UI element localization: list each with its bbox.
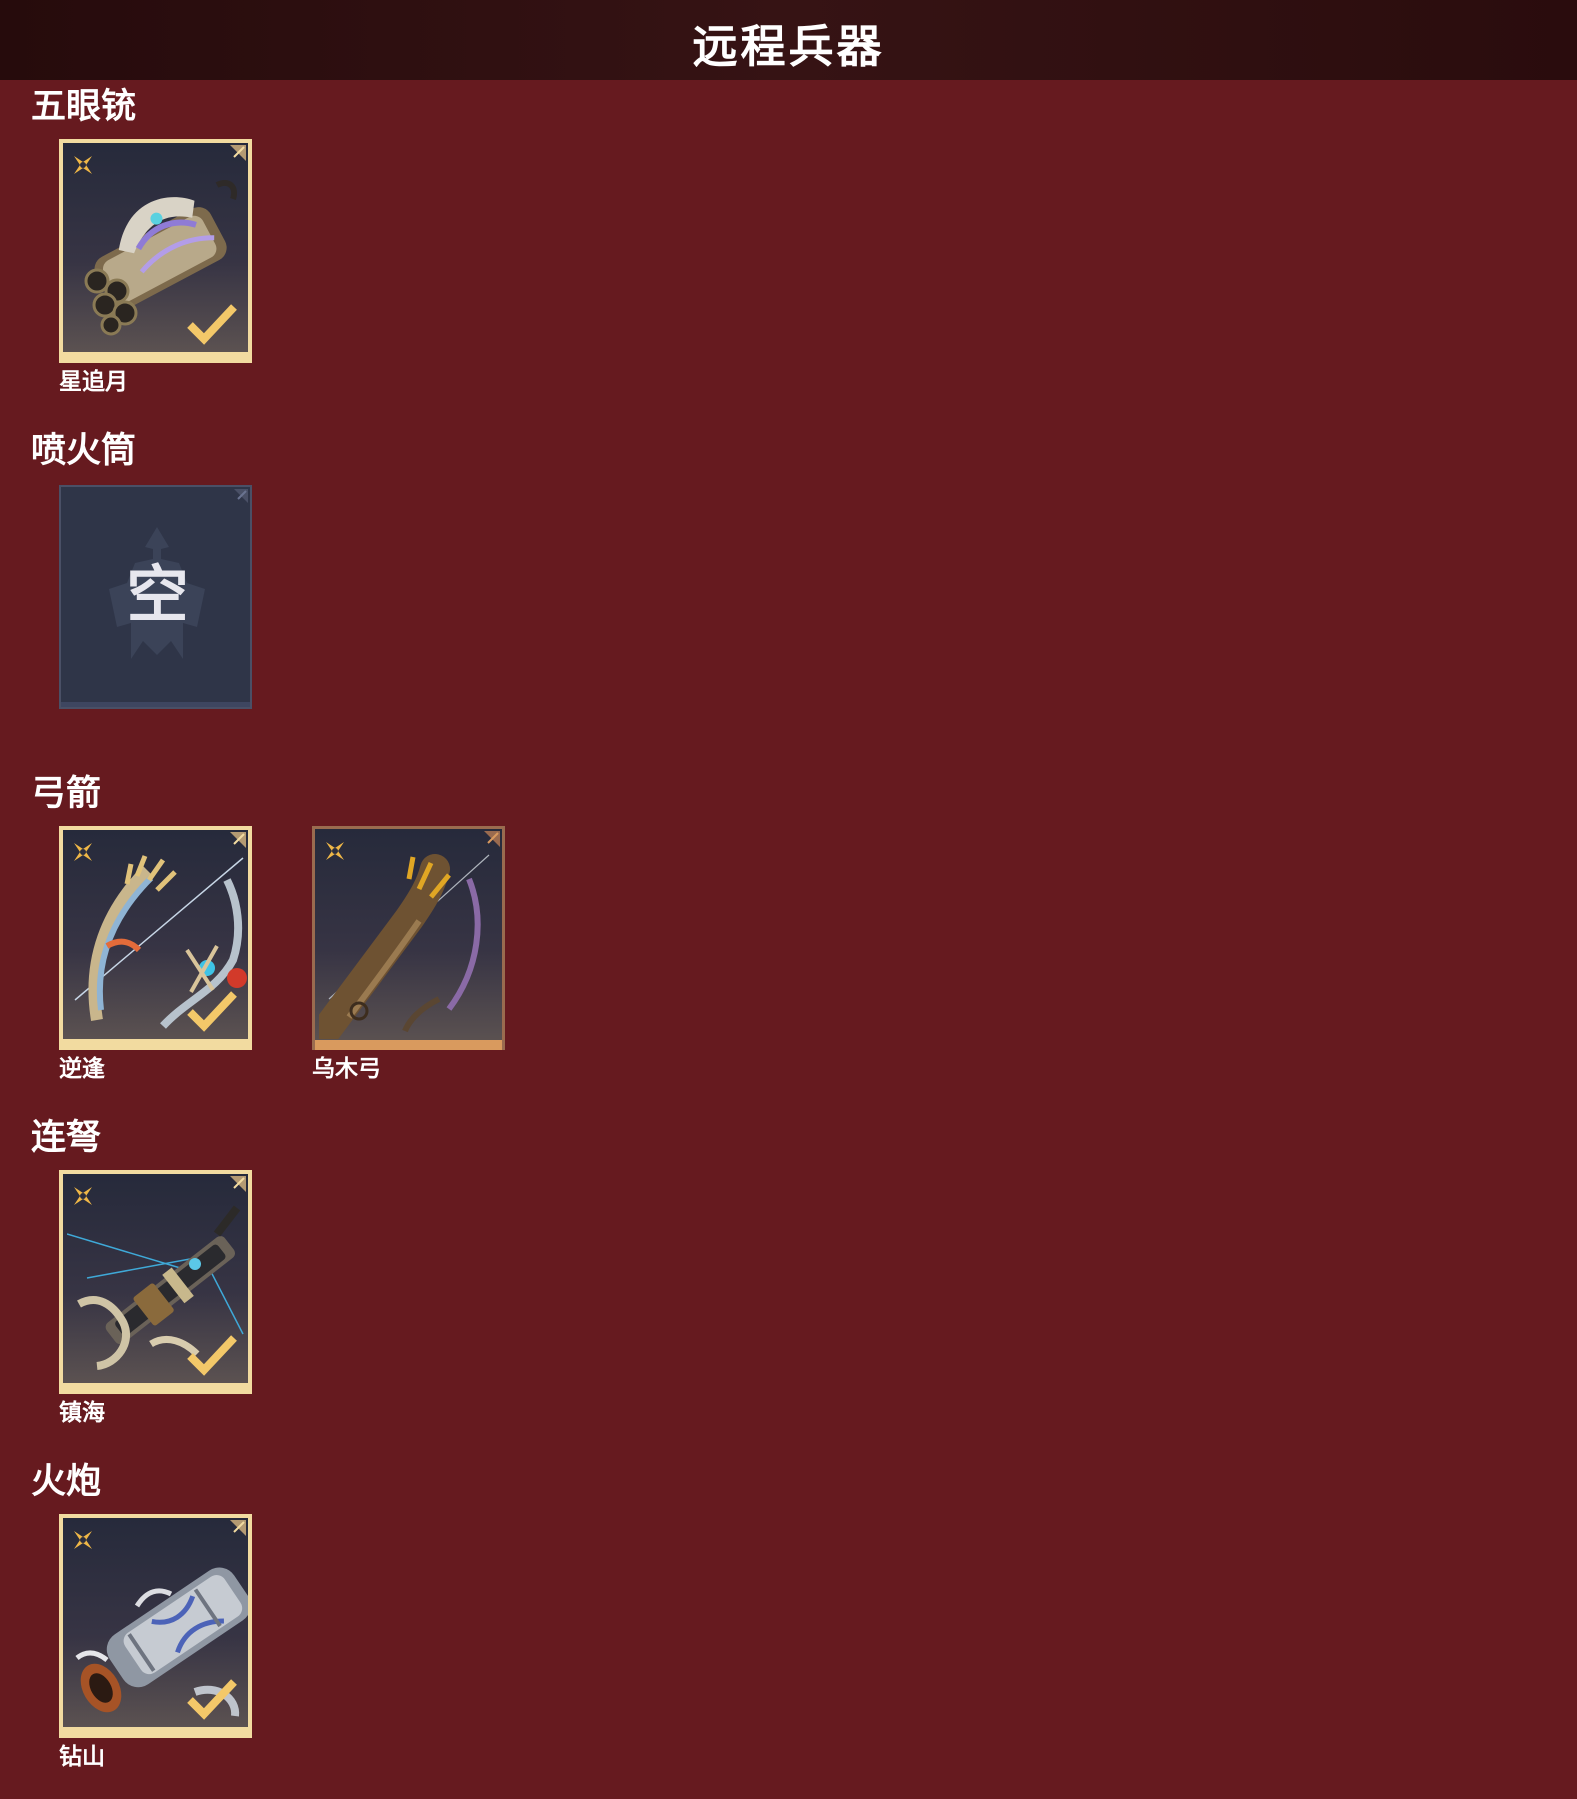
weapon-card-frame (59, 1170, 252, 1394)
weapon-name: 镇海 (59, 1400, 105, 1426)
section-title: 连弩 (31, 1118, 102, 1158)
weapon-card-wumugong[interactable]: 乌木弓 (312, 826, 505, 1082)
section-title: 喷火筒 (31, 431, 137, 471)
empty-weapon-slot[interactable]: 空 (59, 485, 252, 709)
weapon-name: 乌木弓 (312, 1056, 381, 1082)
section-title: 火炮 (31, 1462, 102, 1502)
star-icon (326, 842, 344, 860)
corner-tab-icon (230, 145, 246, 161)
star-icon (74, 1187, 92, 1205)
equipped-check-icon (187, 304, 237, 345)
star-icon (74, 156, 92, 174)
weapon-card-frame (59, 1514, 252, 1738)
weapon-name: 钻山 (59, 1744, 105, 1770)
corner-tab-icon (230, 832, 246, 848)
empty-slot-frame: 空 (59, 485, 252, 709)
section-title: 弓箭 (31, 774, 102, 814)
corner-tab-icon (230, 1520, 246, 1536)
weapon-card-frame (59, 139, 252, 363)
weapon-card-frame (312, 826, 505, 1050)
empty-slot-label: 空 (126, 558, 189, 631)
weapon-name: 星追月 (59, 369, 128, 395)
page-title: 远程兵器 (692, 19, 885, 73)
star-icon (74, 843, 92, 861)
ebony-bow-art (319, 854, 490, 1039)
weapon-card-xingzhuiyue[interactable]: 星追月 (59, 139, 252, 395)
corner-tab-icon (230, 1176, 246, 1192)
weapon-card-zhenhai[interactable]: 镇海 (59, 1170, 252, 1426)
page-header: 远程兵器 (0, 0, 1577, 80)
section-title: 五眼铳 (31, 87, 137, 127)
equipped-check-icon (187, 1679, 237, 1720)
weapon-card-frame (59, 826, 252, 1050)
corner-tab-icon (234, 489, 248, 503)
weapon-name: 逆逢 (59, 1056, 105, 1082)
weapon-card-zuanshan[interactable]: 钻山 (59, 1514, 252, 1770)
equipped-check-icon (187, 991, 237, 1032)
star-icon (74, 1531, 92, 1549)
equipped-check-icon (187, 1335, 237, 1376)
corner-tab-icon (484, 831, 500, 847)
weapon-card-nifeng[interactable]: 逆逢 (59, 826, 252, 1082)
